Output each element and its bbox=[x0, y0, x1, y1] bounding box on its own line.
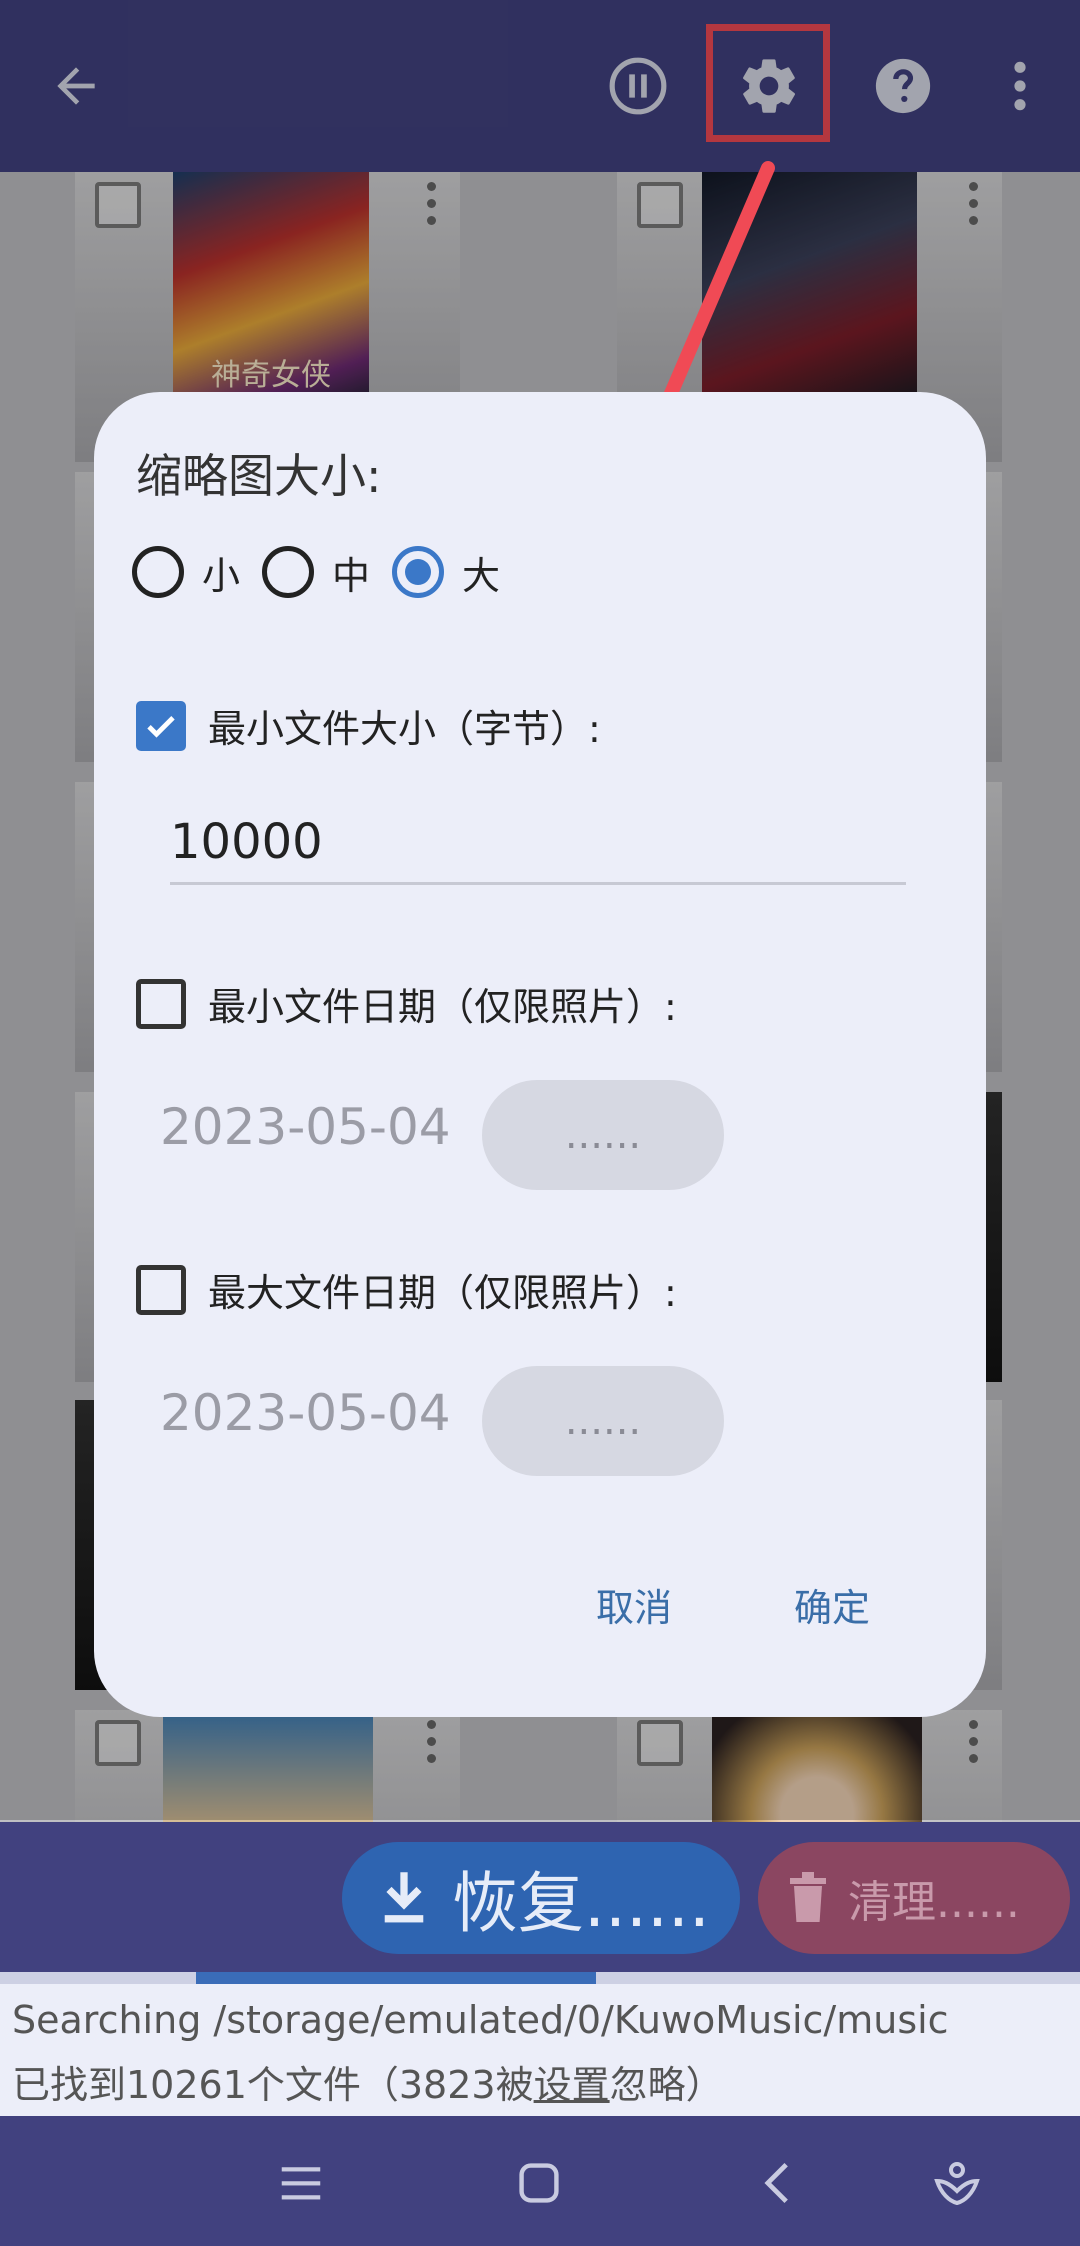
radio-small-label: 小 bbox=[202, 553, 241, 598]
radio-medium-label: 中 bbox=[332, 553, 371, 598]
system-nav-bar bbox=[0, 2116, 1080, 2246]
min-size-checkbox[interactable] bbox=[136, 700, 186, 751]
settings-link[interactable]: 设置 bbox=[534, 2063, 610, 2107]
max-date-value: 2023-05-04 bbox=[160, 1384, 451, 1442]
min-date-picker-button[interactable]: ...... bbox=[482, 1080, 724, 1190]
cancel-button[interactable]: 取消 bbox=[596, 1577, 672, 1632]
status-area: Searching /storage/emulated/0/KuwoMusic/… bbox=[0, 1984, 1080, 2116]
found-count-text: 已找到10261个文件（3823被设置忽略） bbox=[12, 2054, 724, 2109]
min-size-row: 最小文件大小（字节）: bbox=[136, 698, 601, 753]
assistant-icon[interactable] bbox=[922, 2148, 992, 2218]
search-path-text: Searching /storage/emulated/0/KuwoMusic/… bbox=[12, 1998, 949, 2042]
back-icon[interactable] bbox=[742, 2148, 812, 2218]
found-count-prefix: 已找到10261个文件（3823被 bbox=[12, 2063, 534, 2107]
check-icon bbox=[147, 715, 175, 738]
found-count-suffix: 忽略） bbox=[609, 2063, 724, 2107]
clean-button[interactable]: 清理...... bbox=[758, 1842, 1070, 1954]
restore-label: 恢复...... bbox=[452, 1865, 710, 1942]
max-date-picker-button[interactable]: ...... bbox=[482, 1366, 724, 1476]
clean-label: 清理...... bbox=[848, 1877, 1020, 1928]
max-date-checkbox[interactable] bbox=[136, 1264, 186, 1315]
restore-button[interactable]: 恢复...... bbox=[342, 1842, 740, 1954]
radio-large[interactable] bbox=[392, 546, 445, 598]
min-date-value: 2023-05-04 bbox=[160, 1098, 451, 1156]
dialog-title: 缩略图大小: bbox=[136, 449, 382, 503]
thumbnail-size-radio-group: 小 中 大 bbox=[132, 542, 522, 602]
radio-large-label: 大 bbox=[462, 553, 501, 598]
radio-medium[interactable] bbox=[262, 546, 315, 598]
delete-icon bbox=[790, 1872, 826, 1922]
progress-fill bbox=[196, 1972, 596, 1984]
max-date-label: 最大文件日期（仅限照片）: bbox=[208, 1271, 677, 1315]
max-date-row: 最大文件日期（仅限照片）: bbox=[136, 1262, 677, 1317]
search-progress-bar bbox=[0, 1972, 1080, 1984]
bottom-action-bar: 恢复...... 清理...... bbox=[0, 1822, 1080, 1980]
min-date-checkbox[interactable] bbox=[136, 978, 186, 1029]
radio-small[interactable] bbox=[132, 546, 184, 598]
min-size-input[interactable] bbox=[170, 806, 906, 885]
min-date-label: 最小文件日期（仅限照片）: bbox=[208, 985, 677, 1029]
ok-button[interactable]: 确定 bbox=[794, 1577, 870, 1632]
settings-dialog: 缩略图大小: 小 中 大 最小文件大小（字节）: 最小文件日期（仅限照片）: 2… bbox=[94, 392, 986, 1717]
download-icon bbox=[384, 1872, 424, 1923]
min-size-label: 最小文件大小（字节）: bbox=[208, 707, 601, 751]
home-icon[interactable] bbox=[504, 2148, 574, 2218]
menu-icon[interactable] bbox=[266, 2148, 336, 2218]
min-date-row: 最小文件日期（仅限照片）: bbox=[136, 976, 677, 1031]
